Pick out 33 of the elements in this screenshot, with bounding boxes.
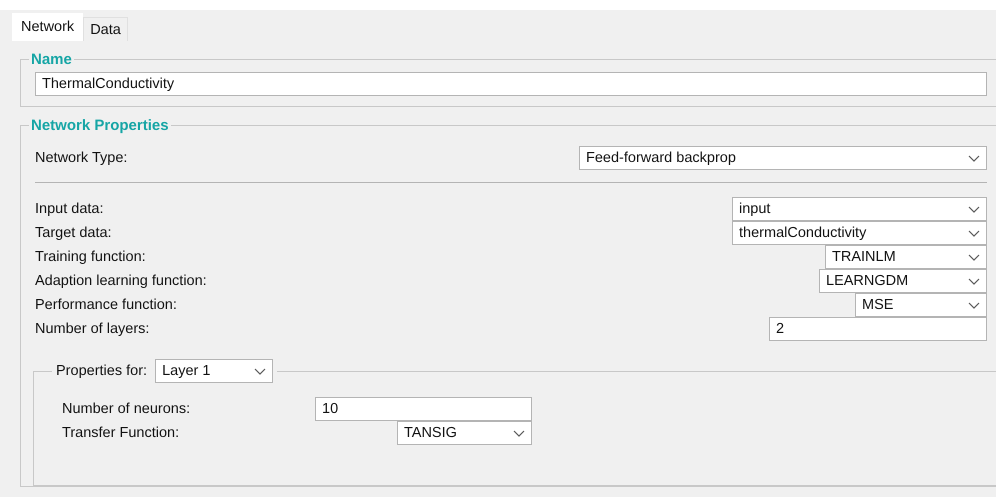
dropdown[interactable]: TANSIG bbox=[397, 421, 532, 445]
field-label: Adaption learning function: bbox=[35, 273, 207, 289]
dropdown[interactable]: TRAINLM bbox=[825, 245, 987, 269]
dropdown[interactable]: Layer 1 bbox=[155, 359, 274, 383]
caret-icon bbox=[968, 278, 980, 284]
dropdown[interactable]: thermalConductivity bbox=[732, 221, 987, 245]
name-field[interactable]: ThermalConductivity bbox=[35, 72, 987, 96]
field-label: Transfer Function: bbox=[62, 425, 180, 441]
tab[interactable]: Data bbox=[83, 17, 128, 41]
dropdown[interactable]: LEARNGDM bbox=[819, 269, 987, 293]
field-label: Properties for: bbox=[56, 363, 148, 379]
field-label: Target data: bbox=[35, 225, 112, 241]
field-label: Number of layers: bbox=[35, 321, 150, 337]
field-label: Number of neurons: bbox=[62, 401, 192, 417]
dropdown[interactable]: input bbox=[732, 197, 987, 221]
dropdown[interactable]: MSE bbox=[855, 293, 987, 317]
dropdown[interactable]: Feed-forward backprop bbox=[579, 146, 987, 170]
input-field[interactable]: 2 bbox=[769, 317, 987, 341]
caret-icon bbox=[254, 368, 266, 374]
caret-icon bbox=[968, 154, 980, 162]
caret-icon bbox=[513, 430, 525, 436]
group-title: Network Properties bbox=[30, 117, 170, 134]
caret-icon bbox=[968, 230, 980, 236]
input-field[interactable]: 10 bbox=[315, 397, 532, 421]
field-label: Training function: bbox=[35, 249, 146, 265]
caret-icon bbox=[968, 254, 980, 260]
caret-icon bbox=[968, 302, 980, 308]
field-label: Input data: bbox=[35, 201, 104, 217]
field-label: Network Type: bbox=[35, 150, 128, 166]
group-title: Name bbox=[30, 51, 73, 68]
caret-icon bbox=[968, 206, 980, 212]
tab[interactable]: Network bbox=[12, 13, 84, 41]
field-label: Performance function: bbox=[35, 297, 177, 313]
